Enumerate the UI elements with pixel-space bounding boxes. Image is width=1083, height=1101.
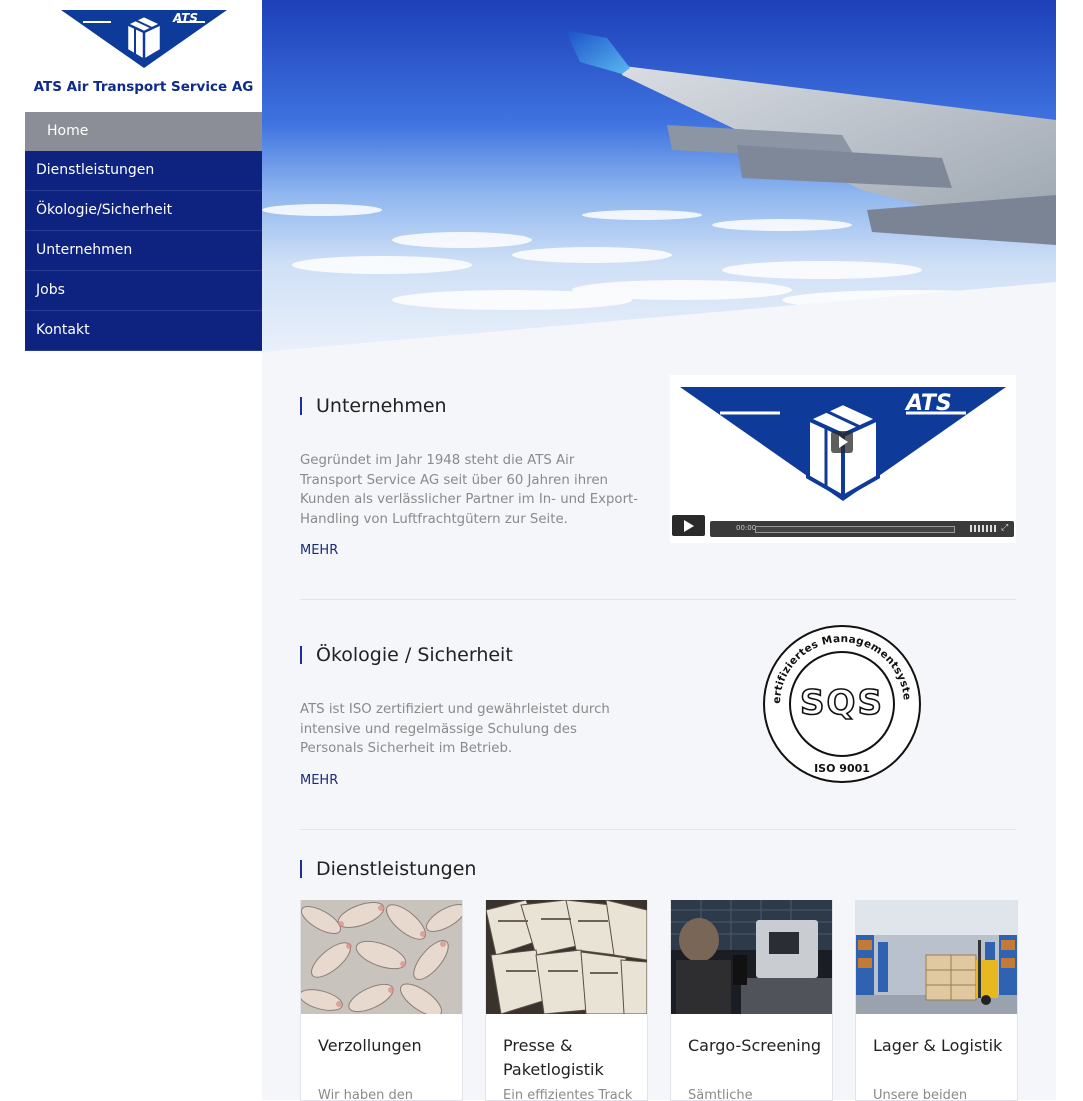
service-card-title: Lager & Logistik: [873, 1036, 1003, 1055]
sqs-iso-certification-seal: Zertifiziertes Managementsystem SQS ISO …: [756, 615, 922, 788]
ats-wings-logo-icon: [61, 10, 227, 68]
service-image-fish: [301, 900, 462, 1014]
video-progress-slider[interactable]: [755, 526, 955, 533]
video-control-bar: 00:00 ⤢: [710, 521, 1014, 537]
service-card-title: Cargo-Screening: [688, 1036, 822, 1055]
section-divider: [300, 829, 1016, 830]
video-volume-icon[interactable]: [970, 525, 996, 532]
logo-badge: ATS: [173, 11, 198, 25]
brand-logo[interactable]: ATS ATS Air Transport Service AG: [25, 0, 262, 112]
video-play-button-icon[interactable]: [672, 515, 705, 536]
service-card-description: Ein effizientes Track: [503, 1088, 633, 1101]
service-card-verzollungen[interactable]: Verzollungen Wir haben den: [300, 900, 463, 1101]
video-play-overlay-icon[interactable]: [831, 431, 853, 453]
video-player[interactable]: ATS 00:00 ⤢: [670, 375, 1016, 543]
company-more-link[interactable]: MEHR: [300, 543, 338, 558]
nav-item-kontakt[interactable]: Kontakt: [25, 311, 262, 351]
section-title-dienstleistungen: Dienstleistungen: [300, 858, 477, 880]
service-card-title: Presse & Paketlogistik: [503, 1036, 604, 1079]
nav-item-home[interactable]: Home: [25, 112, 262, 151]
seal-center-text: SQS: [800, 683, 884, 723]
section-title-oekologie: Ökologie / Sicherheit: [300, 644, 513, 666]
section-title-unternehmen: Unternehmen: [300, 395, 447, 417]
hero-banner-image: [262, 0, 1056, 352]
nav-item-unternehmen[interactable]: Unternehmen: [25, 231, 262, 271]
service-image-newspapers: [486, 900, 647, 1014]
company-name: ATS Air Transport Service AG: [33, 79, 254, 95]
section-title-text: Unternehmen: [316, 395, 447, 417]
video-logo-badge: ATS: [906, 391, 952, 416]
fullscreen-icon[interactable]: ⤢: [1001, 523, 1011, 533]
service-card-presse-paketlogistik[interactable]: Presse & Paketlogistik Ein effizientes T…: [485, 900, 648, 1101]
ecology-more-link[interactable]: MEHR: [300, 773, 338, 788]
service-image-warehouse: [856, 900, 1017, 1014]
nav-item-oekologie-sicherheit[interactable]: Ökologie/Sicherheit: [25, 191, 262, 231]
section-divider: [300, 599, 1016, 600]
service-image-screening: [671, 900, 832, 1014]
seal-bottom-text: ISO 9001: [814, 762, 870, 775]
nav-item-jobs[interactable]: Jobs: [25, 271, 262, 311]
service-card-title: Verzollungen: [318, 1036, 422, 1055]
main-navigation: Home Dienstleistungen Ökologie/Sicherhei…: [25, 112, 262, 351]
nav-item-dienstleistungen[interactable]: Dienstleistungen: [25, 151, 262, 191]
company-description: Gegründet im Jahr 1948 steht die ATS Air…: [300, 453, 639, 527]
service-card-description: Unsere beiden: [873, 1088, 968, 1101]
ecology-description: ATS ist ISO zertifiziert und gewährleist…: [300, 702, 610, 757]
section-title-text: Dienstleistungen: [316, 858, 477, 880]
service-card-description: Sämtliche: [688, 1088, 753, 1101]
service-card-cargo-screening[interactable]: Cargo-Screening Sämtliche: [670, 900, 833, 1101]
video-time: 00:00: [736, 524, 757, 532]
service-card-description: Wir haben den: [318, 1088, 413, 1101]
service-card-lager-logistik[interactable]: Lager & Logistik Unsere beiden: [855, 900, 1018, 1101]
section-title-text: Ökologie / Sicherheit: [316, 644, 513, 666]
